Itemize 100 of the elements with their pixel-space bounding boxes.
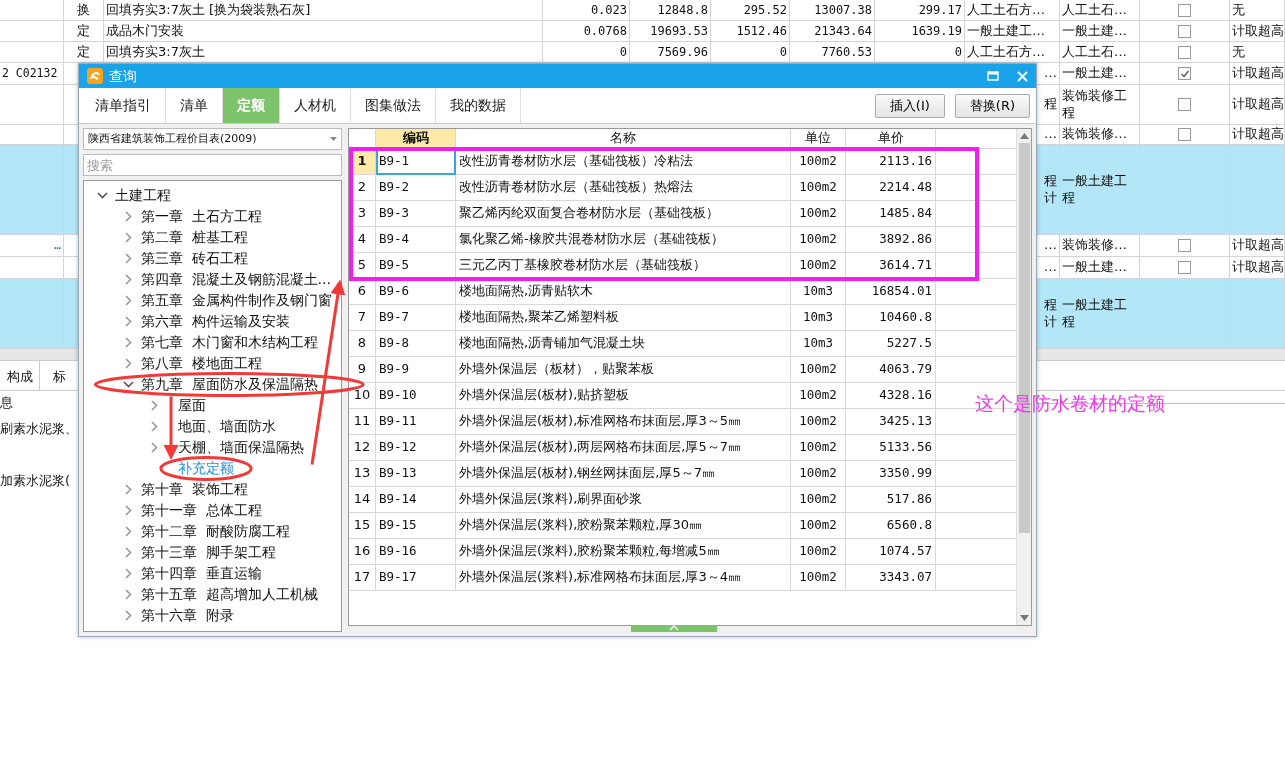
checkbox[interactable] [1178,261,1191,274]
table-cell: 12848.8 [630,0,711,21]
collapsed-chevron-icon[interactable] [124,316,132,327]
tree-item[interactable]: 天棚、墙面保温隔热 [178,437,304,458]
tree-item[interactable]: 第五章 金属构件制作及钢门窗 [141,290,332,311]
tree-item[interactable]: 第十四章 垂直运输 [141,563,262,584]
collapsed-chevron-icon[interactable] [124,232,132,243]
tree-item[interactable]: 第十一章 总体工程 [141,500,262,521]
tree-item[interactable]: 第六章 构件运输及安装 [141,311,290,332]
tree-item[interactable]: 第九章 屋面防水及保温隔热 [141,374,318,395]
table-cell: 1074.57 [846,539,936,565]
checkbox[interactable] [1178,3,1191,17]
panel-tab[interactable]: 构成 [0,361,40,390]
table-cell: 16854.01 [846,279,936,305]
collapsed-chevron-icon[interactable] [124,589,132,600]
source-dropdown[interactable]: 陕西省建筑装饰工程价目表(2009) [83,128,342,150]
tree-item[interactable]: 第七章 木门窗和木结构工程 [141,332,318,353]
row-number: 8 [349,331,376,357]
tree-item[interactable]: 土建工程 [115,185,171,206]
collapsed-chevron-icon[interactable] [150,400,158,411]
row-number: 16 [349,539,376,565]
tree-item[interactable]: 补充定额 [178,458,234,479]
collapsed-chevron-icon[interactable] [124,337,132,348]
toolbar-button[interactable]: 替换(R) [954,93,1030,118]
column-header[interactable]: 编码 [376,129,456,149]
search-field[interactable]: 搜索 [83,154,342,176]
table-cell: 计取超高 [1230,235,1285,257]
checkbox[interactable] [1178,128,1191,141]
table-cell: 外墙外保温层(浆料),刷界面砂浆 [456,487,791,513]
splitter-handle[interactable] [631,625,717,632]
app-logo-icon [87,68,103,84]
table-cell: 楼地面隔热,聚苯乙烯塑料板 [456,305,791,331]
table-cell: 13007.38 [790,0,875,21]
collapsed-chevron-icon[interactable] [124,547,132,558]
table-cell: B9-5 [376,253,456,279]
collapsed-chevron-icon[interactable] [124,610,132,621]
collapsed-chevron-icon[interactable] [150,421,158,432]
table-cell: 2 C02132 [0,63,64,85]
collapsed-chevron-icon[interactable] [124,295,132,306]
collapsed-chevron-icon[interactable] [124,274,132,285]
collapsed-chevron-icon[interactable] [124,253,132,264]
table-cell: 21343.64 [790,21,875,42]
row-number: 6 [349,279,376,305]
table-cell: 100m2 [791,539,846,565]
row-number: 7 [349,305,376,331]
toolbar-button[interactable]: 插入(I) [874,93,945,118]
table-cell: 100m2 [791,253,846,279]
tree-item[interactable]: 地面、墙面防水 [178,416,276,437]
table-cell: 换 [64,0,104,21]
tree-item[interactable]: 第二章 桩基工程 [141,227,248,248]
tree-item[interactable]: 第十二章 耐酸防腐工程 [141,521,290,542]
tree-item[interactable]: 屋面 [178,395,206,416]
tree-item[interactable]: 第三章 砖石工程 [141,248,248,269]
cell-text: 息 [0,394,13,412]
tree-item[interactable]: 第十五章 超高增加人工机械 [141,584,318,605]
tree-item[interactable]: 第十三章 脚手架工程 [141,542,276,563]
table-cell: 外墙外保温层(板材),贴挤塑板 [456,383,791,409]
table-cell: 1512.46 [711,21,790,42]
tree-item[interactable]: 第十六章 附录 [141,605,234,626]
table-cell: 1485.84 [846,201,936,227]
table-cell: 计取超高 [1230,63,1285,85]
table-cell: 外墙外保温层(板材),标准网格布抹面层,厚3～5㎜ [456,409,791,435]
table-cell: 外墙外保温层（板材），贴聚苯板 [456,357,791,383]
table-cell: B9-10 [376,383,456,409]
tree-item[interactable]: 第十章 装饰工程 [141,479,248,500]
tree-item[interactable]: 第四章 混凝土及钢筋混凝土… [141,269,332,290]
expanded-chevron-icon[interactable] [96,192,108,199]
collapsed-chevron-icon[interactable] [124,505,132,516]
collapsed-chevron-icon[interactable] [124,568,132,579]
table-cell: B9-12 [376,435,456,461]
tree-item[interactable]: 第八章 楼地面工程 [141,353,262,374]
table-cell: B9-6 [376,279,456,305]
table-cell: 回填夯实3:7灰土 [换为袋装熟石灰] [104,0,543,21]
collapsed-chevron-icon[interactable] [124,526,132,537]
collapsed-chevron-icon[interactable] [124,484,132,495]
table-cell: 100m2 [791,227,846,253]
table-cell: 计取超高 [1230,85,1285,125]
checkbox[interactable] [1178,24,1191,38]
maximize-icon[interactable] [987,70,999,82]
table-cell: 装饰装修… [1060,235,1140,257]
table-cell: 10m3 [791,331,846,357]
table-cell: 5227.5 [846,331,936,357]
close-icon[interactable] [1017,70,1028,82]
table-cell: B9-7 [376,305,456,331]
collapsed-chevron-icon[interactable] [124,358,132,369]
table-cell: 一般土建工程 [1060,145,1140,235]
checkbox[interactable] [1178,67,1191,80]
collapsed-chevron-icon[interactable] [150,442,158,453]
row-number: 2 [349,175,376,201]
annotation-text: 这个是防水卷材的定额 [975,391,1165,416]
table-cell: 295.52 [711,0,790,21]
checkbox[interactable] [1178,239,1191,252]
tree-item[interactable]: 第一章 土石方工程 [141,206,262,227]
checkbox[interactable] [1178,98,1191,111]
table-cell: 10m3 [791,279,846,305]
table-cell: 100m2 [791,201,846,227]
table-cell: 人工土石方… [965,0,1060,21]
collapsed-chevron-icon[interactable] [124,211,132,222]
checkbox[interactable] [1178,45,1191,59]
expanded-chevron-icon[interactable] [122,381,134,388]
